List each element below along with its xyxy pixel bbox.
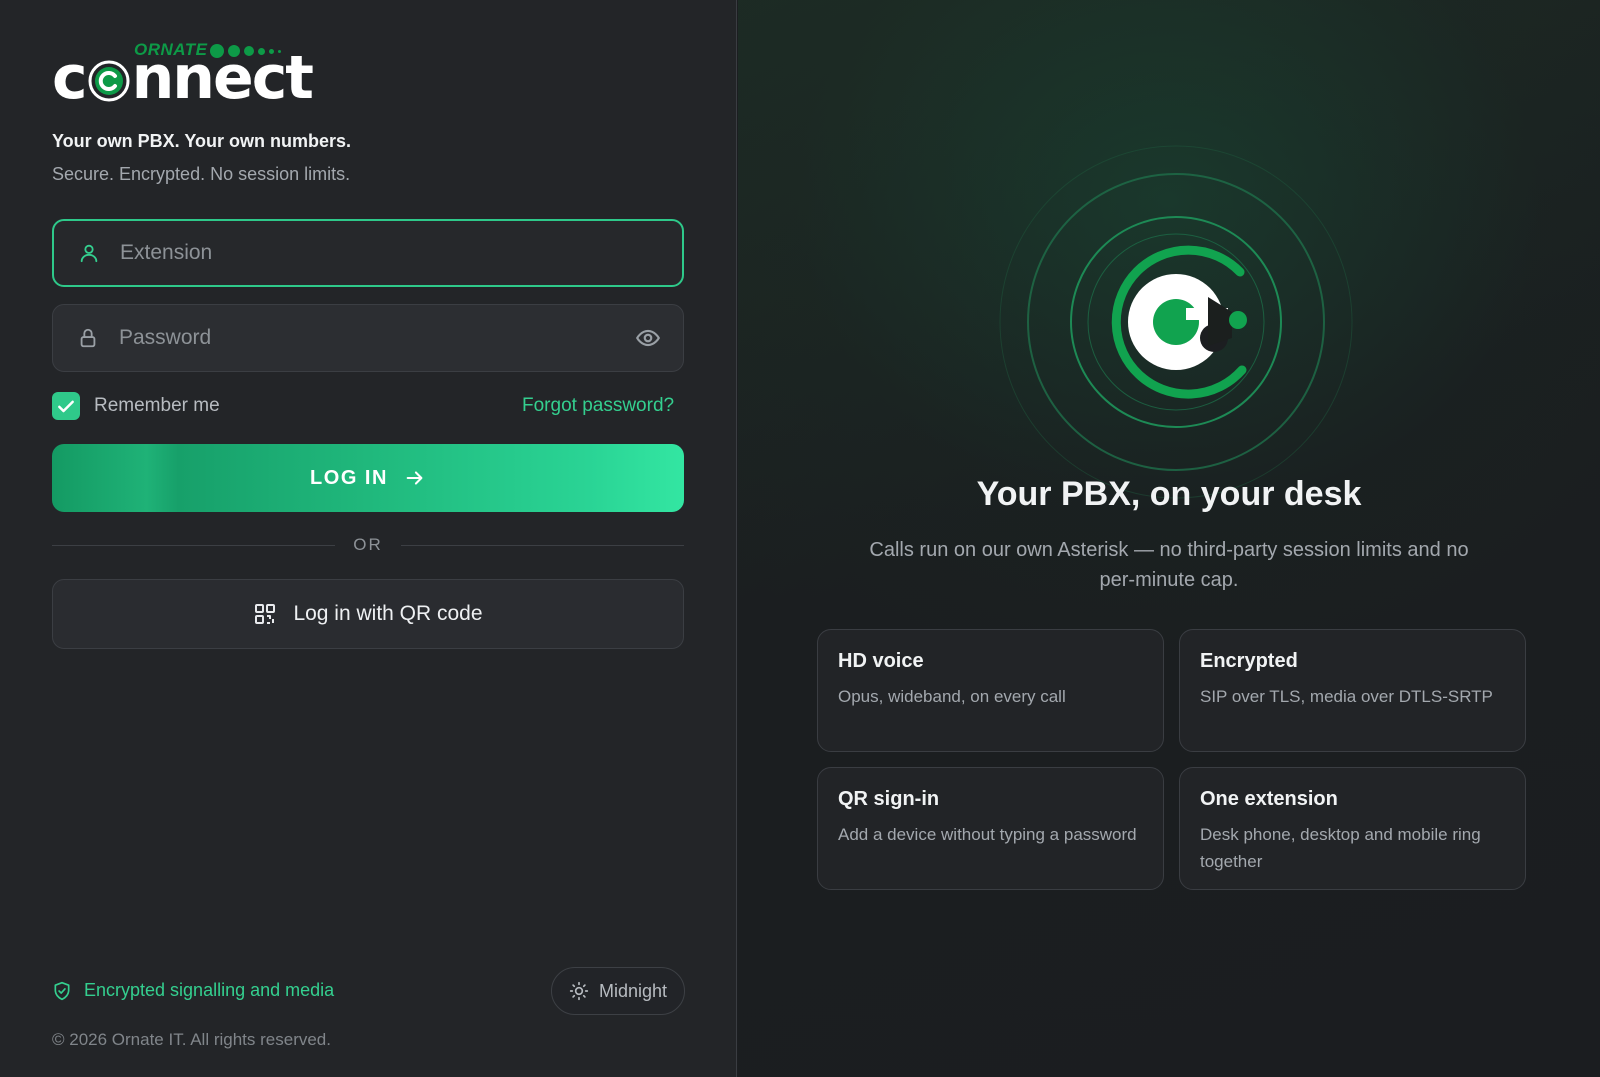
theme-toggle-button[interactable]: Midnight [551,967,685,1015]
shield-check-icon [54,981,70,1000]
feature-card: HD voice Opus, wideband, on every call [817,629,1164,752]
extension-input[interactable] [120,241,682,265]
logo-letter-c: c [52,43,88,113]
feature-title: QR sign-in [838,788,940,810]
feature-desc: Desk phone, desktop and mobile ring toge… [1200,825,1481,871]
sun-icon [569,981,589,1001]
feature-card: Encrypted SIP over TLS, media over DTLS-… [1179,629,1526,752]
user-icon [80,244,98,263]
remember-me[interactable]: Remember me [52,392,220,420]
divider-line [52,544,336,546]
feature-title: One extension [1200,788,1338,810]
feature-title: HD voice [838,650,924,672]
divider-line [400,544,684,546]
login-panel: ORNATE c nnect Your own PBX. Your own nu… [0,0,737,1077]
arrow-right-icon [406,471,423,485]
login-button[interactable]: LOG IN [52,444,684,512]
eye-icon[interactable] [635,325,661,351]
logo-letters-nnect: nnect [131,43,314,113]
password-input[interactable] [119,326,635,350]
feature-desc: Add a device without typing a password [838,825,1137,844]
connect-logo-icon [999,145,1353,499]
feature-desc: Opus, wideband, on every call [838,687,1066,706]
feature-title: Encrypted [1200,650,1298,672]
subline: Secure. Encrypted. No session limits. [52,164,351,184]
feature-desc: SIP over TLS, media over DTLS-SRTP [1200,687,1493,706]
logo-wordmark: c nnect [52,43,314,113]
logo-o-icon [88,60,130,102]
extension-field[interactable] [52,219,684,287]
check-icon [58,400,74,413]
theme-label: Midnight [598,980,668,1001]
hero-panel: Your PBX, on your desk Calls run on our … [738,0,1600,1077]
forgot-password-link[interactable]: Forgot password? [522,395,674,417]
remember-checkbox[interactable] [52,392,80,420]
copyright: © 2026 Ornate IT. All rights reserved. [52,1030,331,1049]
tagline: Your own PBX. Your own numbers. [52,131,352,151]
connect-logo: ORNATE c nnect [52,40,352,110]
hero-title: Your PBX, on your desk [976,475,1362,513]
encryption-note: Encrypted signalling and media [52,980,334,1001]
or-text: OR [353,535,383,554]
encryption-label: Encrypted signalling and media [84,980,335,1000]
qr-login-button[interactable]: Log in with QR code [52,579,684,649]
remember-label: Remember me [94,395,220,416]
feature-card: QR sign-in Add a device without typing a… [817,767,1164,890]
or-divider: OR [52,534,684,556]
login-label: LOG IN [310,466,388,489]
lock-icon [80,328,96,348]
qr-code-icon [255,604,276,624]
qr-label: Log in with QR code [293,602,483,625]
feature-card: One extension Desk phone, desktop and mo… [1179,767,1526,890]
password-field[interactable] [52,304,684,372]
hero-subtitle: Calls run on our own Asterisk — no third… [869,539,1469,591]
